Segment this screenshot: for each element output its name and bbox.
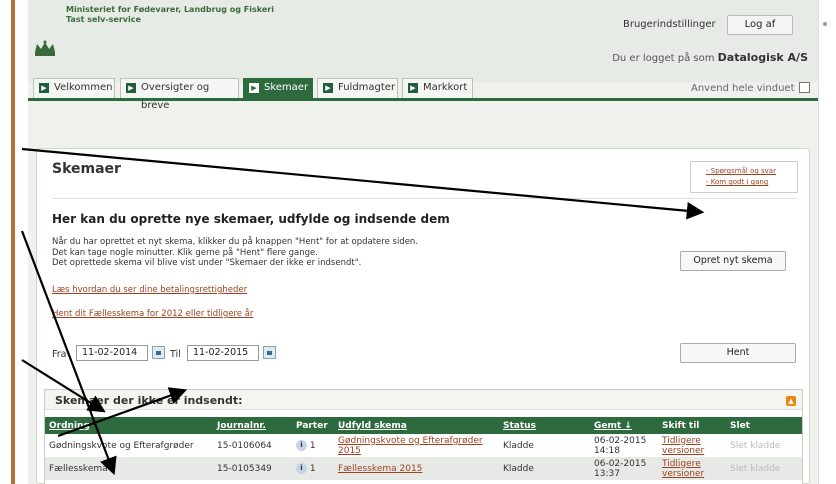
delete-draft-link[interactable]: Slet kladde <box>726 457 802 480</box>
tab-label: Skemaer <box>264 82 309 93</box>
table-row: Gødningskvote og Efterafgrøder 15-010606… <box>45 434 802 457</box>
crown-logo-icon <box>35 40 55 56</box>
table-header-row: Ordning Journalnr. Parter Udfyld skema S… <box>45 417 802 434</box>
col-skift: Skift til <box>658 417 726 434</box>
from-label: Fra <box>52 349 67 360</box>
col-parter: Parter <box>292 417 334 434</box>
page-title: Skemaer <box>52 161 121 177</box>
cell-gemt: 06-02-2015 13:37 <box>590 457 658 480</box>
calendar-icon[interactable] <box>263 346 276 359</box>
ministry-line-2: Tast selv-service <box>66 15 141 24</box>
cell-ordning: Fællesskema <box>45 457 213 480</box>
not-sent-title: Skemaer der ikke er indsendt: <box>55 394 243 407</box>
full-window-label: Anvend hele vinduet <box>691 83 795 94</box>
cell-skift: Tidligere versioner <box>658 434 726 457</box>
section-subtitle: Her kan du oprette nye skemaer, udfylde … <box>52 212 450 226</box>
cell-parter: i 1 <box>292 457 334 480</box>
not-sent-header: Skemaer der ikke er indsendt: ▲ <box>45 390 802 410</box>
info-icon[interactable]: i <box>296 463 307 474</box>
cell-ordning: Gødningskvote og Efterafgrøder <box>49 440 194 451</box>
tab-arrow-icon: ▶ <box>323 83 333 93</box>
right-scroll-edge[interactable] <box>818 0 836 484</box>
cell-udfyld: Gødningskvote og Efterafgrøder 2015 <box>334 434 499 457</box>
old-schema-link[interactable]: Hent dit Fællesskema for 2012 eller tidl… <box>52 309 253 319</box>
header: Ministeriet for Fødevarer, Landbrug og F… <box>28 0 818 82</box>
left-border-bar <box>11 0 15 484</box>
tab-arrow-icon: ▶ <box>249 83 259 93</box>
col-udfyld[interactable]: Udfyld skema <box>334 417 499 434</box>
logged-in-prefix: Du er logget på som <box>612 53 715 64</box>
create-new-schema-button[interactable]: Opret nyt skema <box>680 251 786 271</box>
getting-started-link[interactable]: - Kom godt i gang <box>706 177 797 188</box>
to-date-input[interactable]: 11-02-2015 <box>187 345 259 361</box>
help-links-box: - Spørgsmål og svar - Kom godt i gang <box>690 161 798 193</box>
tab-oversigter[interactable]: ▶ Oversigter og breve <box>120 78 239 111</box>
not-sent-table: Ordning Journalnr. Parter Udfyld skema S… <box>45 417 802 480</box>
col-status[interactable]: Status <box>499 417 590 434</box>
fill-schema-link[interactable]: Gødningskvote og Efterafgrøder 2015 <box>338 436 483 456</box>
delete-draft-link[interactable]: Slet kladde <box>726 434 802 457</box>
parter-count: 1 <box>309 464 316 474</box>
tab-fuldmagter[interactable]: ▶ Fuldmagter <box>317 78 398 98</box>
tab-arrow-icon: ▶ <box>408 83 418 93</box>
tab-arrow-icon: ▶ <box>39 83 49 93</box>
full-window-toggle[interactable]: Anvend hele vinduet <box>691 82 810 94</box>
table-row: Fællesskema 15-0105349 i 1 Fællesskema 2… <box>45 457 802 480</box>
logged-in-user: Datalogisk A/S <box>717 51 808 64</box>
cell-gemt: 06-02-2015 14:18 <box>594 435 647 456</box>
fill-schema-link[interactable]: Fællesskema 2015 <box>338 464 422 474</box>
to-label: Til <box>170 349 181 360</box>
cell-status: Kladde <box>503 440 534 451</box>
from-date-input[interactable]: 11-02-2014 <box>76 345 148 361</box>
cell-journal: 15-0105349 <box>213 457 292 480</box>
calendar-icon[interactable] <box>152 346 165 359</box>
logout-button[interactable]: Log af <box>727 15 793 35</box>
parter-count: 1 <box>309 441 316 451</box>
tab-label: Fuldmagter <box>338 82 396 93</box>
col-gemt[interactable]: Gemt ↓ <box>590 417 658 434</box>
page: Ministeriet for Fødevarer, Landbrug og F… <box>28 0 818 484</box>
cell-skift: Tidligere versioner <box>658 457 726 480</box>
schemas-panel: Skemaer - Spørgsmål og svar - Kom godt i… <box>36 148 810 484</box>
cell-status: Kladde <box>499 457 590 480</box>
payment-rights-link[interactable]: Læs hvordan du ser dine betalingsrettigh… <box>52 285 247 295</box>
tab-underline <box>28 98 818 101</box>
tab-markkort[interactable]: ▶ Markkort <box>402 78 473 98</box>
cell-journal: 15-0106064 <box>217 440 272 451</box>
col-journal[interactable]: Journalnr. <box>213 417 292 434</box>
tab-velkommen[interactable]: ▶ Velkommen <box>33 78 115 98</box>
col-ordning[interactable]: Ordning <box>45 417 213 434</box>
edge-marker <box>823 22 827 26</box>
not-sent-panel: Skemaer der ikke er indsendt: ▲ Ordning … <box>44 389 803 484</box>
cell-parter: i 1 <box>292 434 334 457</box>
tab-skemaer[interactable]: ▶ Skemaer <box>243 78 313 98</box>
info-icon[interactable]: i <box>296 440 307 451</box>
fetch-button[interactable]: Hent <box>680 343 796 363</box>
divider <box>52 198 798 199</box>
tab-arrow-icon: ▶ <box>126 83 136 93</box>
logged-in-status: Du er logget på som Datalogisk A/S <box>612 51 808 64</box>
ministry-line-1: Ministeriet for Fødevarer, Landbrug og F… <box>66 5 274 14</box>
cell-udfyld: Fællesskema 2015 <box>334 457 499 480</box>
previous-versions-link[interactable]: Tidligere versioner <box>662 459 704 479</box>
full-window-checkbox[interactable] <box>798 82 810 93</box>
intro-text: Når du har oprettet et nyt skema, klikke… <box>52 237 419 268</box>
tab-label: Oversigter og breve <box>141 82 210 111</box>
user-settings-link[interactable]: Brugerindstillinger <box>623 19 716 30</box>
tab-label: Markkort <box>423 82 468 93</box>
previous-versions-link[interactable]: Tidligere versioner <box>662 436 704 456</box>
col-slet: Slet <box>726 417 802 434</box>
tab-label: Velkommen <box>54 82 113 93</box>
collapse-icon[interactable]: ▲ <box>786 396 796 406</box>
faq-link[interactable]: - Spørgsmål og svar <box>706 166 797 177</box>
ministry-name: Ministeriet for Fødevarer, Landbrug og F… <box>66 5 274 25</box>
